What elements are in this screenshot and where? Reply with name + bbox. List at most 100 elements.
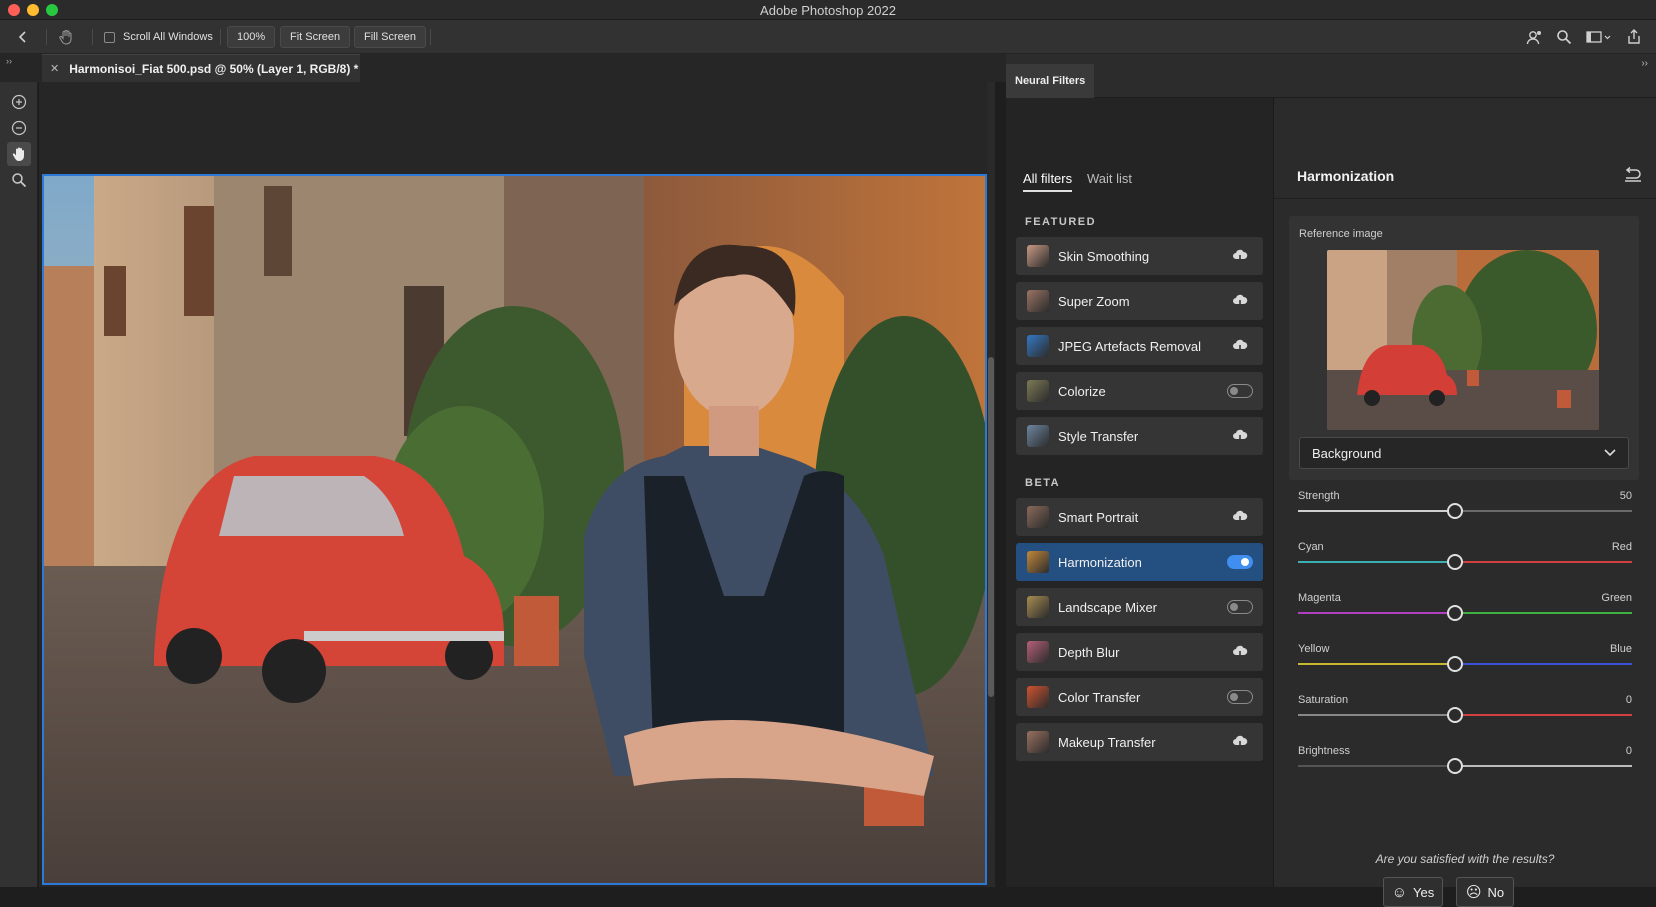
divider bbox=[1274, 198, 1656, 199]
cloud-download-icon bbox=[1233, 645, 1248, 659]
slider-right-label: Red bbox=[1611, 541, 1632, 553]
slider-label: Saturation bbox=[1298, 694, 1349, 706]
hand-tool-icon[interactable] bbox=[58, 26, 74, 48]
filter-toggle[interactable] bbox=[1225, 687, 1255, 707]
no-button[interactable]: ☹ No bbox=[1456, 877, 1514, 907]
document-canvas-image[interactable] bbox=[42, 174, 987, 885]
back-icon[interactable] bbox=[16, 26, 30, 48]
cloud-download-icon bbox=[1233, 510, 1248, 524]
filter-thumbnail bbox=[1027, 506, 1049, 528]
filter-item[interactable]: Colorize bbox=[1016, 372, 1263, 410]
scroll-all-windows-checkbox[interactable]: Scroll All Windows bbox=[104, 26, 213, 48]
document-tab-title: Harmonisoi_Fiat 500.psd @ 50% (Layer 1, … bbox=[69, 61, 359, 76]
slider-track[interactable] bbox=[1298, 663, 1632, 665]
download-button[interactable] bbox=[1225, 732, 1255, 752]
layer-select-dropdown[interactable]: Background bbox=[1299, 437, 1629, 469]
zoom-100-button[interactable]: 100% bbox=[227, 26, 276, 48]
slider-right-label: Green bbox=[1601, 592, 1632, 604]
filter-thumbnail bbox=[1027, 686, 1049, 708]
share-export-icon[interactable] bbox=[1624, 27, 1644, 47]
slider-handle[interactable] bbox=[1446, 503, 1463, 519]
slider-handle[interactable] bbox=[1446, 707, 1463, 723]
expand-panel-icon[interactable]: ›› bbox=[1641, 58, 1648, 69]
zoom-out-icon[interactable] bbox=[7, 116, 31, 140]
slider-track[interactable] bbox=[1298, 765, 1632, 767]
slider-strength[interactable]: Strength 50 bbox=[1298, 490, 1632, 530]
neural-filters-tab[interactable]: Neural Filters bbox=[1006, 64, 1095, 98]
toggle-switch[interactable] bbox=[1227, 555, 1253, 569]
slider-right-label: 0 bbox=[1625, 694, 1632, 706]
filter-toggle[interactable] bbox=[1225, 381, 1255, 401]
slider-cyan[interactable]: Cyan Red bbox=[1298, 541, 1632, 581]
hand-tool-icon[interactable] bbox=[7, 142, 31, 166]
filter-item[interactable]: Depth Blur bbox=[1016, 633, 1263, 671]
filter-thumbnail bbox=[1027, 425, 1049, 447]
slider-handle[interactable] bbox=[1446, 554, 1463, 570]
download-button[interactable] bbox=[1225, 246, 1255, 266]
share-user-icon[interactable] bbox=[1524, 27, 1544, 47]
canvas-area[interactable] bbox=[39, 82, 995, 887]
filter-label: Style Transfer bbox=[1058, 428, 1139, 444]
slider-track[interactable] bbox=[1298, 612, 1632, 614]
reset-icon[interactable] bbox=[1622, 164, 1644, 186]
filter-label: Landscape Mixer bbox=[1058, 599, 1157, 615]
filter-item[interactable]: Skin Smoothing bbox=[1016, 237, 1263, 275]
slider-yellow[interactable]: Yellow Blue bbox=[1298, 643, 1632, 683]
filter-label: Harmonization bbox=[1058, 554, 1142, 570]
filter-list: All filters Wait list FEATURED Skin Smoo… bbox=[1006, 98, 1274, 887]
satisfied-question: Are you satisfied with the results? bbox=[1375, 852, 1555, 866]
slider-right-label: Blue bbox=[1609, 643, 1632, 655]
slider-magenta[interactable]: Magenta Green bbox=[1298, 592, 1632, 632]
filter-item[interactable]: Makeup Transfer bbox=[1016, 723, 1263, 761]
filter-item[interactable]: Super Zoom bbox=[1016, 282, 1263, 320]
filter-item[interactable]: Style Transfer bbox=[1016, 417, 1263, 455]
slider-saturation[interactable]: Saturation 0 bbox=[1298, 694, 1632, 734]
document-tab[interactable]: ✕ Harmonisoi_Fiat 500.psd @ 50% (Layer 1… bbox=[42, 54, 360, 82]
canvas-vertical-scrollbar[interactable] bbox=[987, 82, 995, 887]
slider-handle[interactable] bbox=[1446, 758, 1463, 774]
filter-item[interactable]: Smart Portrait bbox=[1016, 498, 1263, 536]
filter-item[interactable]: Color Transfer bbox=[1016, 678, 1263, 716]
slider-track[interactable] bbox=[1298, 714, 1632, 716]
fill-screen-button[interactable]: Fill Screen bbox=[354, 26, 426, 48]
collapse-panels-icon[interactable]: ›› bbox=[6, 56, 12, 66]
filter-thumbnail bbox=[1027, 380, 1049, 402]
download-button[interactable] bbox=[1225, 426, 1255, 446]
filter-toggle[interactable] bbox=[1225, 597, 1255, 617]
cloud-download-icon bbox=[1233, 294, 1248, 308]
toggle-switch[interactable] bbox=[1227, 690, 1253, 704]
filter-item[interactable]: Landscape Mixer bbox=[1016, 588, 1263, 626]
filter-settings-title: Harmonization bbox=[1297, 168, 1395, 184]
slider-track[interactable] bbox=[1298, 561, 1632, 563]
filter-label: Super Zoom bbox=[1058, 293, 1130, 309]
filter-settings: Harmonization Reference image Background… bbox=[1274, 98, 1656, 907]
filter-thumbnail bbox=[1027, 245, 1049, 267]
slider-handle[interactable] bbox=[1446, 656, 1463, 672]
download-button[interactable] bbox=[1225, 336, 1255, 356]
filter-label: Colorize bbox=[1058, 383, 1106, 399]
scrollbar-thumb[interactable] bbox=[988, 357, 994, 697]
filter-toggle[interactable] bbox=[1225, 552, 1255, 572]
filter-item[interactable]: Harmonization bbox=[1016, 543, 1263, 581]
download-button[interactable] bbox=[1225, 507, 1255, 527]
zoom-in-icon[interactable] bbox=[7, 90, 31, 114]
close-tab-icon[interactable]: ✕ bbox=[50, 62, 59, 75]
slider-label: Magenta bbox=[1298, 592, 1341, 604]
download-button[interactable] bbox=[1225, 642, 1255, 662]
search-icon[interactable] bbox=[1554, 27, 1574, 47]
fit-screen-button[interactable]: Fit Screen bbox=[280, 26, 351, 48]
tab-all-filters[interactable]: All filters bbox=[1023, 171, 1072, 186]
slider-brightness[interactable]: Brightness 0 bbox=[1298, 745, 1632, 785]
slider-track[interactable] bbox=[1298, 510, 1632, 512]
slider-handle[interactable] bbox=[1446, 605, 1463, 621]
filter-label: JPEG Artefacts Removal bbox=[1058, 338, 1202, 354]
yes-button[interactable]: ☺ Yes bbox=[1383, 877, 1443, 907]
layer-select-value: Background bbox=[1312, 445, 1382, 461]
toggle-switch[interactable] bbox=[1227, 600, 1253, 614]
tab-wait-list[interactable]: Wait list bbox=[1087, 171, 1132, 186]
toggle-switch[interactable] bbox=[1227, 384, 1253, 398]
filter-item[interactable]: JPEG Artefacts Removal bbox=[1016, 327, 1263, 365]
workspace-icon[interactable] bbox=[1584, 27, 1614, 47]
download-button[interactable] bbox=[1225, 291, 1255, 311]
zoom-tool-icon[interactable] bbox=[7, 168, 31, 192]
